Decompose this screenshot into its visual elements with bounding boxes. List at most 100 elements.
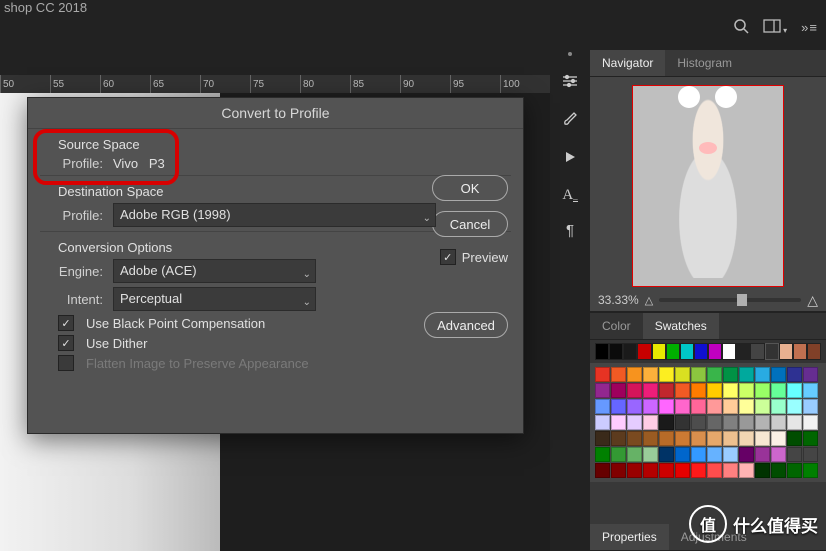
swatch[interactable] [691,415,706,430]
swatch[interactable] [659,383,674,398]
swatch[interactable] [755,399,770,414]
swatch[interactable] [787,431,802,446]
swatch[interactable] [595,431,610,446]
swatch[interactable] [755,431,770,446]
swatch[interactable] [627,367,642,382]
swatch[interactable] [595,343,609,360]
tab-properties[interactable]: Properties [590,524,669,550]
swatch[interactable] [739,383,754,398]
swatch[interactable] [675,415,690,430]
swatch[interactable] [691,367,706,382]
swatch[interactable] [595,447,610,462]
swatch[interactable] [723,447,738,462]
swatch[interactable] [707,399,722,414]
swatch[interactable] [637,343,651,360]
swatch[interactable] [659,415,674,430]
swatch[interactable] [771,399,786,414]
navigator-thumbnail[interactable] [632,85,784,287]
swatch[interactable] [771,367,786,382]
swatch[interactable] [623,343,637,360]
paragraph-icon[interactable]: ¶ [566,222,574,239]
zoom-in-icon[interactable]: △ [807,292,818,309]
swatch[interactable] [675,383,690,398]
swatch[interactable] [803,367,818,382]
swatch[interactable] [666,343,680,360]
swatch[interactable] [659,447,674,462]
swatch[interactable] [707,463,722,478]
swatch[interactable] [722,343,736,360]
swatch[interactable] [694,343,708,360]
swatch[interactable] [739,431,754,446]
brush-icon[interactable] [562,111,578,132]
swatch[interactable] [755,383,770,398]
swatch[interactable] [787,447,802,462]
swatch[interactable] [691,447,706,462]
tab-navigator[interactable]: Navigator [590,50,665,76]
swatch[interactable] [723,399,738,414]
swatch[interactable] [787,383,802,398]
swatch[interactable] [627,415,642,430]
swatch[interactable] [691,383,706,398]
swatch[interactable] [707,447,722,462]
swatch[interactable] [707,431,722,446]
swatch[interactable] [739,415,754,430]
swatch[interactable] [675,431,690,446]
swatch[interactable] [793,343,807,360]
swatch[interactable] [643,431,658,446]
dest-profile-select[interactable]: Adobe RGB (1998)⌄ [113,203,436,227]
swatch[interactable] [723,463,738,478]
tab-color[interactable]: Color [590,313,643,339]
tab-histogram[interactable]: Histogram [665,50,744,76]
zoom-slider[interactable] [659,298,801,302]
swatch[interactable] [595,415,610,430]
swatch[interactable] [707,383,722,398]
swatch[interactable] [750,343,764,360]
swatch[interactable] [765,343,779,360]
advanced-button[interactable]: Advanced [424,312,508,338]
swatch[interactable] [675,399,690,414]
swatch[interactable] [739,447,754,462]
swatch[interactable] [723,415,738,430]
swatch[interactable] [659,399,674,414]
layout-icon[interactable]: ▾ [763,19,787,36]
swatch[interactable] [643,415,658,430]
swatch[interactable] [595,399,610,414]
swatch[interactable] [707,367,722,382]
swatch[interactable] [803,447,818,462]
swatch[interactable] [627,463,642,478]
swatch[interactable] [680,343,694,360]
swatch[interactable] [803,415,818,430]
play-icon[interactable] [563,150,577,169]
swatch[interactable] [755,463,770,478]
cancel-button[interactable]: Cancel [432,211,508,237]
zoom-out-icon[interactable]: △ [645,294,653,307]
swatch[interactable] [803,399,818,414]
swatch[interactable] [771,447,786,462]
swatch[interactable] [708,343,722,360]
menu-icon[interactable]: »≡ [801,20,818,35]
dither-checkbox[interactable] [58,335,74,351]
ok-button[interactable]: OK [432,175,508,201]
swatch[interactable] [627,383,642,398]
swatch[interactable] [611,463,626,478]
swatch[interactable] [627,447,642,462]
swatch[interactable] [739,463,754,478]
intent-select[interactable]: Perceptual⌄ [113,287,316,311]
black-point-checkbox[interactable] [58,315,74,331]
swatch[interactable] [595,367,610,382]
swatch[interactable] [771,415,786,430]
swatch[interactable] [807,343,821,360]
swatch[interactable] [739,399,754,414]
swatch[interactable] [739,367,754,382]
swatch[interactable] [755,367,770,382]
swatch[interactable] [803,463,818,478]
swatch[interactable] [643,383,658,398]
swatch[interactable] [652,343,666,360]
swatch[interactable] [627,399,642,414]
search-icon[interactable] [733,18,749,37]
drag-handle-icon[interactable] [568,52,572,56]
swatch[interactable] [803,431,818,446]
swatch[interactable] [611,431,626,446]
text-icon[interactable]: A_ [562,187,577,204]
sliders-icon[interactable] [561,74,579,93]
